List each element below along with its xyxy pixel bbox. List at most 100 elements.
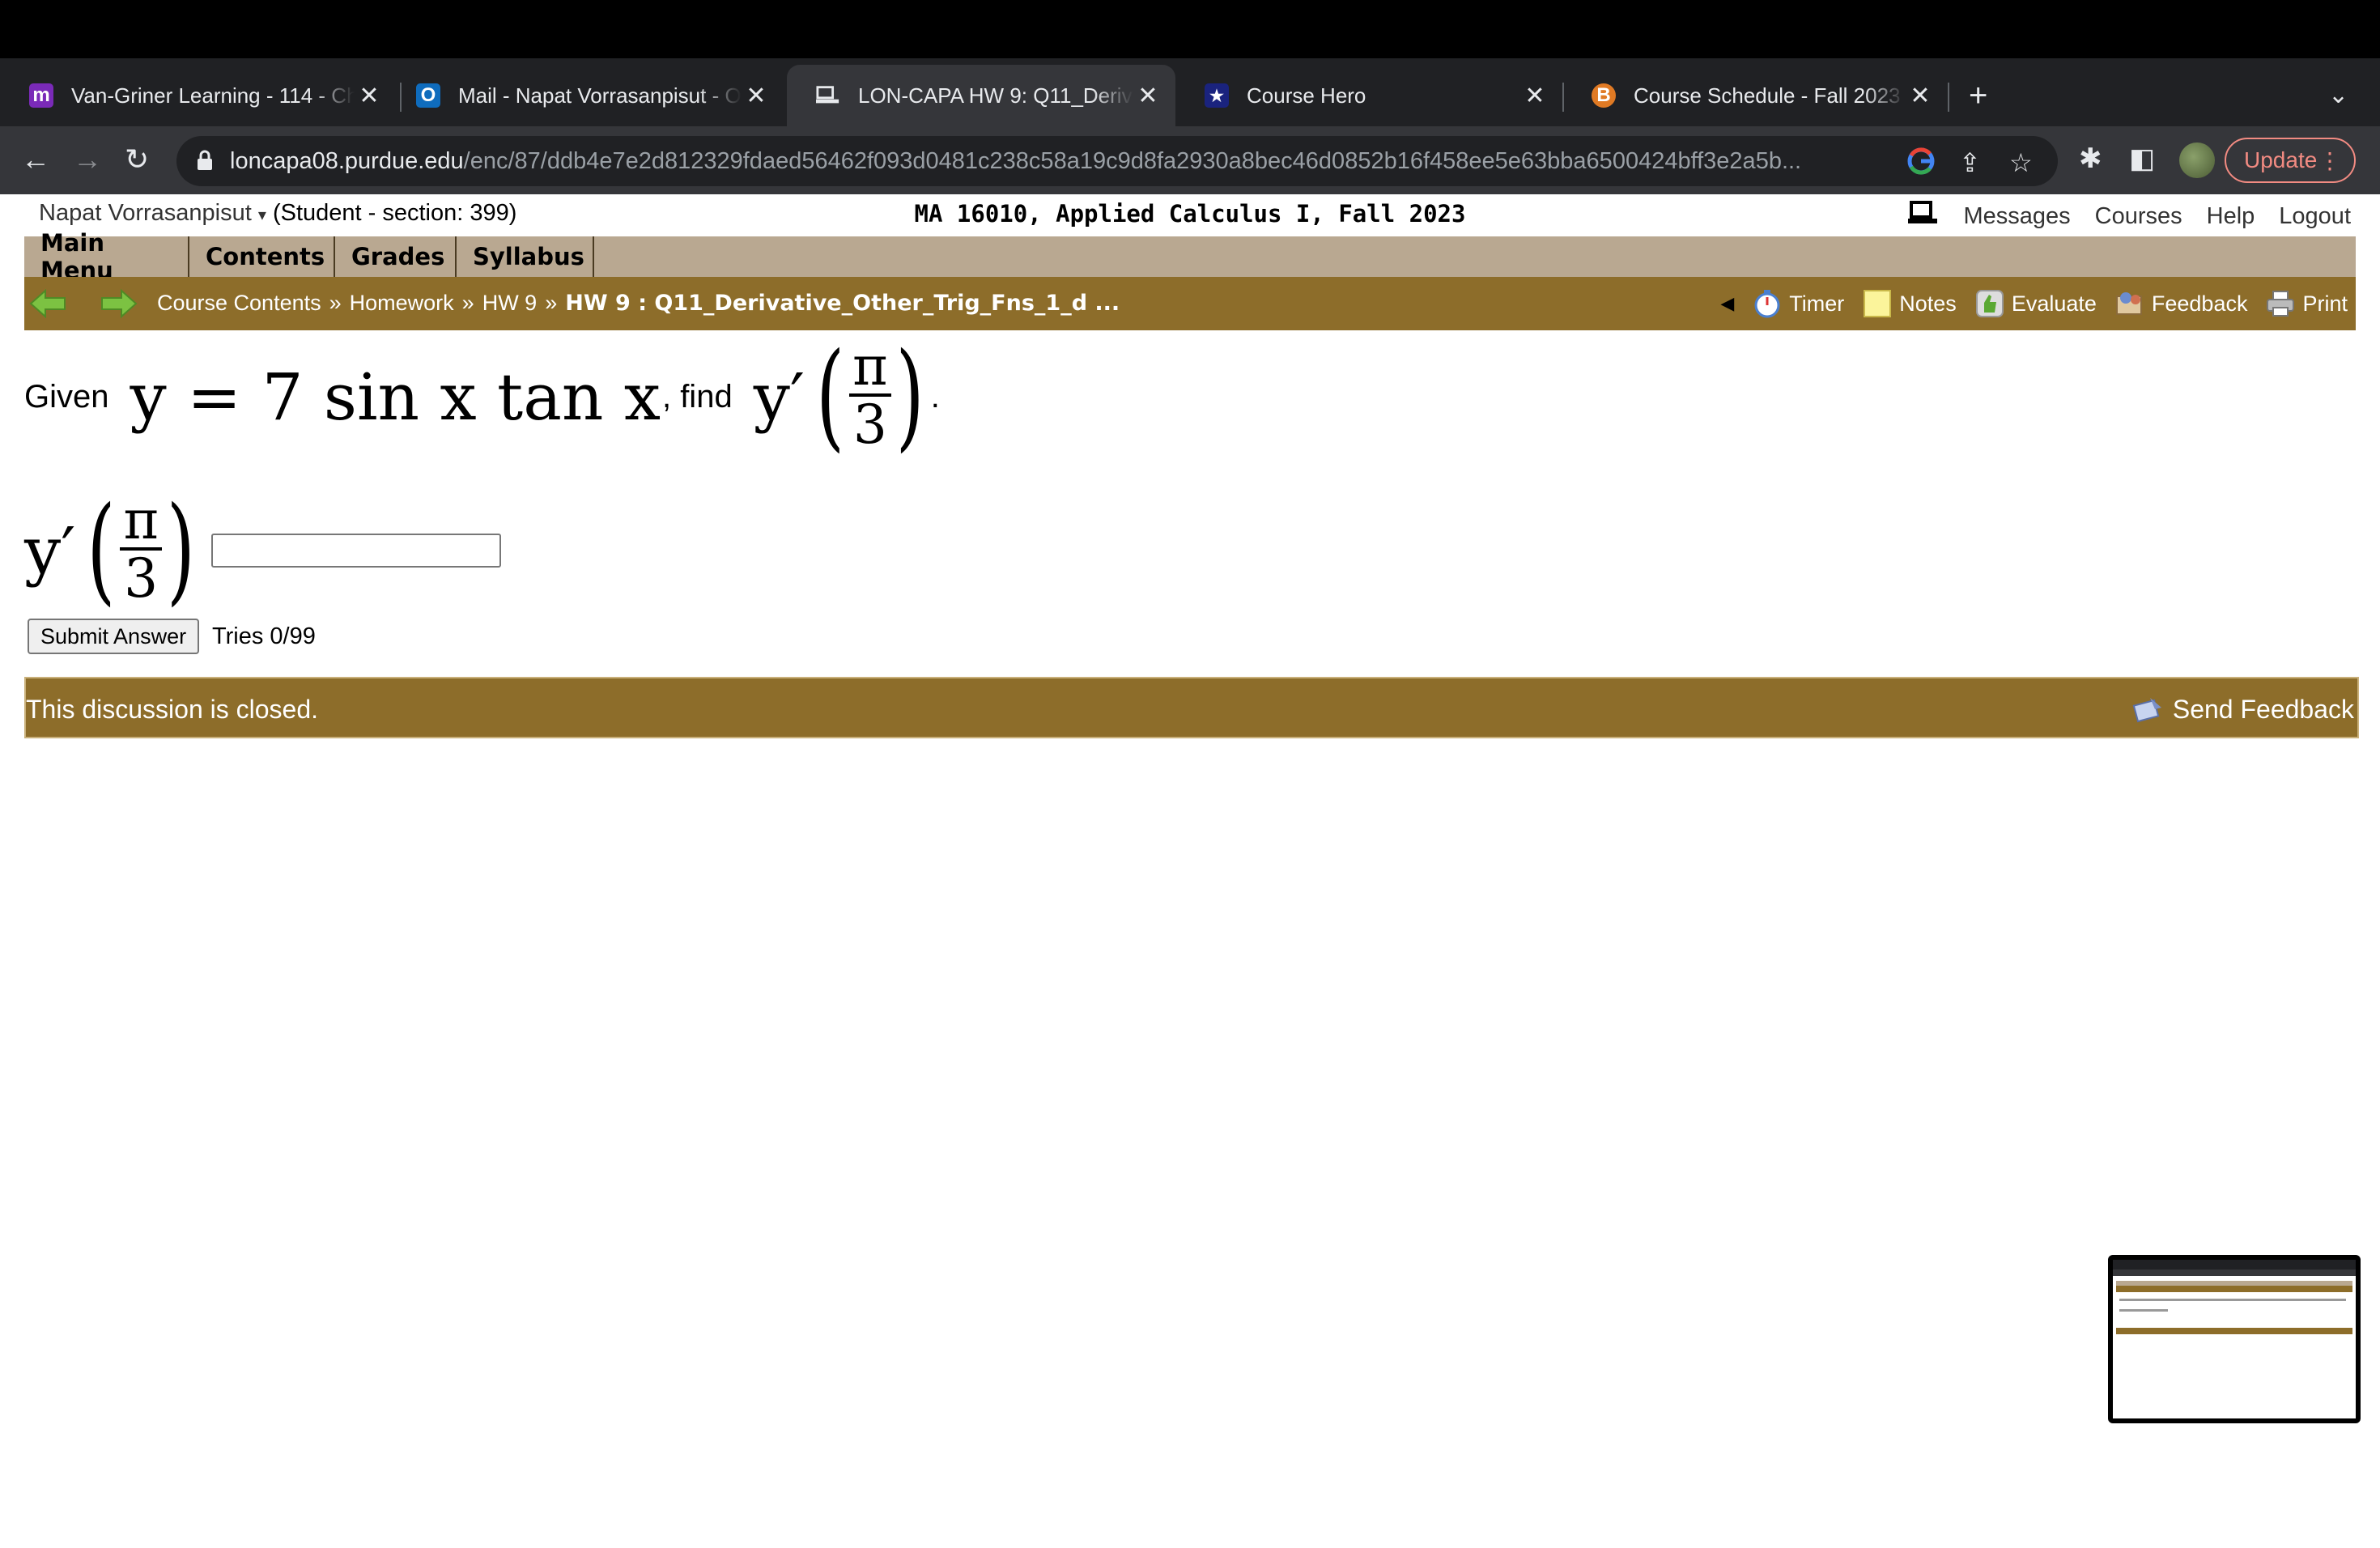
tab-strip: m Van-Griner Learning - 114 - Ch ✕ O Mai… <box>0 58 2380 126</box>
share-icon[interactable]: ⇪ <box>1959 147 1981 178</box>
tab-separator <box>1948 83 1949 112</box>
discussion-closed-text: This discussion is closed. <box>26 695 319 724</box>
tries-counter: Tries 0/99 <box>212 623 316 649</box>
feedback-tool[interactable]: Feedback <box>2114 288 2247 319</box>
breadcrumb-hw9[interactable]: HW 9 <box>482 291 538 315</box>
notes-icon <box>1864 290 1892 317</box>
schedule-favicon-icon: B <box>1592 83 1616 108</box>
thumbs-up-icon <box>1975 290 2004 317</box>
right-paren: ) <box>895 328 924 465</box>
laptop-icon[interactable] <box>1906 201 1939 232</box>
outlook-favicon-icon: O <box>416 83 440 108</box>
left-paren: ( <box>87 482 116 619</box>
course-hero-favicon-icon: ★ <box>1205 83 1229 108</box>
tab-van-griner[interactable]: m Van-Griner Learning - 114 - Ch ✕ <box>0 65 397 126</box>
tab-loncapa[interactable]: LON-CAPA HW 9: Q11_Derivative ✕ <box>787 65 1175 126</box>
thumb-toolbar <box>2113 1269 2356 1276</box>
printer-icon <box>2267 291 2295 317</box>
tab-title: Course Schedule - Fall 2023 MA <box>1634 83 1906 108</box>
thumb-tabs <box>2113 1260 2356 1269</box>
back-arrow-icon[interactable]: ← <box>21 142 50 176</box>
browser-toolbar: ← → ↻ loncapa08.purdue.edu/enc/87/ddb4e7… <box>0 126 2380 194</box>
menu-syllabus[interactable]: Syllabus <box>457 236 594 277</box>
breadcrumb: Course Contents» Homework» HW 9» HW 9 : Q11… <box>157 291 1120 316</box>
feedback-icon <box>2115 292 2142 315</box>
evaluate-tool[interactable]: Evaluate <box>1974 288 2097 319</box>
extensions-puzzle-icon[interactable]: ✱ <box>2079 142 2102 175</box>
tab-course-hero[interactable]: ★ Course Hero ✕ <box>1175 65 1562 126</box>
fraction-denominator: 3 <box>852 393 887 457</box>
screenshot-thumbnail-preview[interactable] <box>2108 1255 2361 1423</box>
breadcrumb-current: HW 9 : Q11_Derivative_Other_Trig_Fns_1_d… <box>565 291 1120 316</box>
messages-link[interactable]: Messages <box>1963 203 2070 230</box>
window-titlebar <box>0 0 2380 58</box>
tab-title: Van-Griner Learning - 114 - Ch <box>71 83 355 108</box>
menu-main-menu[interactable]: Main Menu <box>24 229 189 284</box>
url-text: loncapa08.purdue.edu/enc/87/ddb4e7e2d812… <box>230 148 1802 174</box>
submit-answer-button[interactable]: Submit Answer <box>28 619 200 654</box>
question-prompt: Given y = 7 sin x tan x , find y′ ( π 3 … <box>24 324 940 470</box>
stopwatch-icon <box>1754 290 1780 318</box>
answer-pi-over-3-fraction: π 3 <box>120 494 162 610</box>
breadcrumb-bar: Course Contents» Homework» HW 9» HW 9 : Q11… <box>24 277 2356 330</box>
mcgraw-favicon-icon: m <box>29 83 53 108</box>
main-menu-bar: Main Menu Contents Grades Syllabus <box>24 229 2356 284</box>
tab-course-schedule[interactable]: B Course Schedule - Fall 2023 MA ✕ <box>1562 65 1948 126</box>
forward-arrow-icon[interactable]: → <box>73 142 102 176</box>
breadcrumb-homework[interactable]: Homework <box>350 291 454 315</box>
pi-over-3-fraction: π 3 <box>849 340 891 457</box>
thumb-text <box>2119 1309 2168 1312</box>
next-arrow-icon[interactable] <box>100 288 138 319</box>
fraction-numerator: π <box>120 494 162 551</box>
top-right-links: Messages Courses Help Logout <box>1906 201 2351 232</box>
notes-tool[interactable]: Notes <box>1862 288 1957 319</box>
tools-bar: ◀ Timer Notes Evaluate Feedback Print <box>1720 277 2348 330</box>
side-panel-icon[interactable]: ◧ <box>2129 142 2155 175</box>
answer-input[interactable] <box>211 534 501 568</box>
address-bar[interactable]: loncapa08.purdue.edu/enc/87/ddb4e7e2d812… <box>176 136 2058 186</box>
logout-link[interactable]: Logout <box>2279 203 2351 230</box>
tab-close-icon[interactable]: ✕ <box>355 82 384 110</box>
update-button[interactable]: Update ⋮ <box>2225 138 2356 183</box>
collapse-triangle-icon[interactable]: ◀ <box>1720 293 1734 314</box>
breadcrumb-course-contents[interactable]: Course Contents <box>157 291 321 315</box>
thumb-discbar <box>2116 1328 2352 1334</box>
courses-link[interactable]: Courses <box>2095 203 2182 230</box>
y-prime: y′ <box>753 359 805 435</box>
tab-search-chevron-icon[interactable]: ⌄ <box>2328 81 2348 109</box>
fraction-denominator: 3 <box>124 547 159 610</box>
reload-icon[interactable]: ↻ <box>125 142 149 176</box>
discussion-bar: This discussion is closed. Send Feedback <box>24 677 2359 738</box>
previous-arrow-icon[interactable] <box>29 288 66 319</box>
new-tab-plus-icon[interactable]: + <box>1969 78 1987 114</box>
google-lens-icon[interactable] <box>1907 147 1935 181</box>
print-tool[interactable]: Print <box>2265 288 2348 319</box>
profile-avatar[interactable] <box>2179 142 2215 178</box>
send-feedback-link[interactable]: Send Feedback <box>2132 693 2354 725</box>
send-feedback-icon <box>2132 698 2161 723</box>
tab-close-icon[interactable]: ✕ <box>742 82 771 110</box>
find-label: , find <box>661 378 733 415</box>
menu-contents[interactable]: Contents <box>189 236 335 277</box>
loncapa-favicon-icon <box>816 83 840 108</box>
menu-grades[interactable]: Grades <box>335 236 457 277</box>
bookmark-star-icon[interactable]: ☆ <box>2009 147 2033 178</box>
answer-y-prime: y′ <box>24 512 76 589</box>
tab-title: LON-CAPA HW 9: Q11_Derivative <box>858 83 1133 108</box>
tab-close-icon[interactable]: ✕ <box>1133 82 1162 110</box>
left-paren: ( <box>816 328 845 465</box>
period: . <box>930 378 940 415</box>
equation: y = 7 sin x tan x <box>130 359 661 435</box>
right-paren: ) <box>166 482 195 619</box>
menu-kebab-icon: ⋮ <box>2318 148 2341 173</box>
thumb-text <box>2119 1299 2346 1301</box>
given-label: Given <box>24 378 109 415</box>
fraction-numerator: π <box>849 340 891 398</box>
help-link[interactable]: Help <box>2207 203 2255 230</box>
tab-mail[interactable]: O Mail - Napat Vorrasanpisut - Outlook ✕ <box>387 65 784 126</box>
thumb-crumbs <box>2116 1286 2352 1292</box>
tab-close-icon[interactable]: ✕ <box>1906 82 1935 110</box>
tab-title: Mail - Napat Vorrasanpisut - Outlook <box>458 83 742 108</box>
timer-tool[interactable]: Timer <box>1752 288 1844 319</box>
tab-close-icon[interactable]: ✕ <box>1520 82 1549 110</box>
